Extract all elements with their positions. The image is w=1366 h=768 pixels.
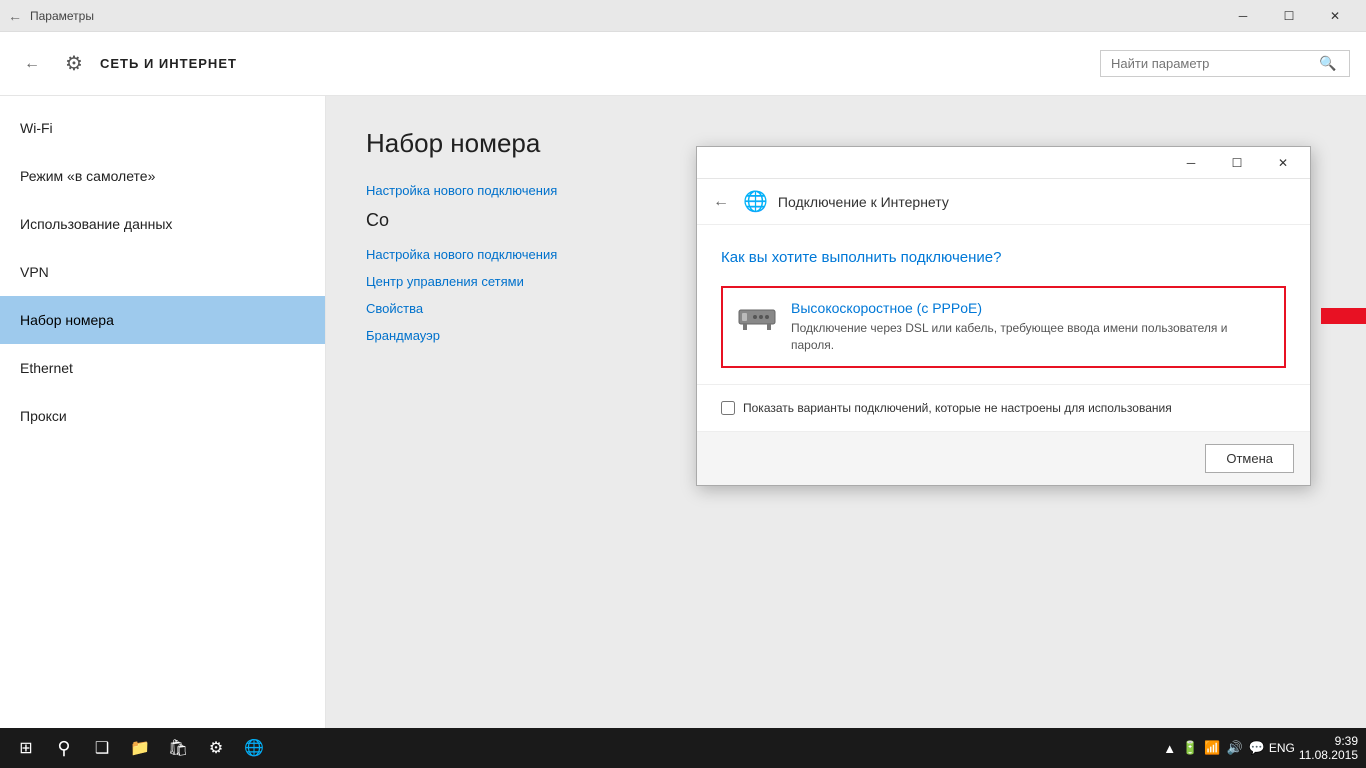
dialog-footer-checkbox: Показать варианты подключений, которые н… bbox=[697, 384, 1310, 431]
file-explorer-button[interactable]: 📁 bbox=[122, 730, 158, 766]
connection-option-description: Подключение через DSL или кабель, требую… bbox=[791, 320, 1270, 354]
show-options-checkbox[interactable] bbox=[721, 401, 735, 415]
sidebar-item-label: Режим «в самолете» bbox=[20, 168, 155, 184]
start-icon: ⊞ bbox=[19, 738, 32, 758]
taskbar-clock: 9:39 11.08.2015 bbox=[1299, 734, 1358, 762]
browser-button[interactable]: 🌐 bbox=[236, 730, 272, 766]
show-options-label: Показать варианты подключений, которые н… bbox=[743, 401, 1172, 415]
dialog-close-button[interactable]: ✕ bbox=[1260, 148, 1306, 178]
dialog-minimize-button[interactable]: ─ bbox=[1168, 148, 1214, 178]
sidebar-item-label: VPN bbox=[20, 264, 49, 280]
close-button[interactable]: ✕ bbox=[1312, 0, 1358, 32]
sidebar-item-airplane[interactable]: Режим «в самолете» bbox=[0, 152, 325, 200]
dialog-action-bar: Отмена bbox=[697, 431, 1310, 485]
search-input[interactable] bbox=[1111, 56, 1311, 71]
sidebar-item-label: Использование данных bbox=[20, 216, 172, 232]
dialog-title-controls: ─ ☐ ✕ bbox=[1168, 148, 1306, 178]
dialog-question: Как вы хотите выполнить подключение? bbox=[721, 249, 1286, 266]
taskbar-left: ⊞ ⚲ ❑ 📁 🛍 ⚙ 🌐 bbox=[8, 730, 272, 766]
volume-icon: 🔊 bbox=[1226, 740, 1242, 756]
browser-icon: 🌐 bbox=[244, 738, 264, 758]
app-body: Wi-Fi Режим «в самолете» Использование д… bbox=[0, 96, 1366, 728]
sidebar-item-label: Wi-Fi bbox=[20, 120, 53, 136]
sidebar-item-dialup[interactable]: Набор номера bbox=[0, 296, 325, 344]
cancel-button[interactable]: Отмена bbox=[1205, 444, 1294, 473]
dialog-globe-icon: 🌐 bbox=[743, 189, 768, 214]
sidebar: Wi-Fi Режим «в самолете» Использование д… bbox=[0, 96, 326, 728]
dialog-title-bar: ─ ☐ ✕ bbox=[697, 147, 1310, 179]
connection-option-pppoe[interactable]: Высокоскоростное (с PPPoE) Подключение ч… bbox=[721, 286, 1286, 368]
clock-time: 9:39 bbox=[1299, 734, 1358, 748]
header-back-button[interactable]: ← bbox=[16, 48, 48, 80]
sidebar-item-vpn[interactable]: VPN bbox=[0, 248, 325, 296]
app-container: ← ⚙ СЕТЬ И ИНТЕРНЕТ 🔍 Wi-Fi Режим «в сам… bbox=[0, 32, 1366, 728]
red-arrow-annotation bbox=[1321, 294, 1366, 338]
dialog-header-title: Подключение к Интернету bbox=[778, 194, 949, 210]
store-button[interactable]: 🛍 bbox=[160, 730, 196, 766]
dialog-wrapper: ─ ☐ ✕ ← 🌐 Подключение к Интернету bbox=[696, 146, 1311, 486]
minimize-button[interactable]: ─ bbox=[1220, 0, 1266, 32]
search-box[interactable]: 🔍 bbox=[1100, 50, 1350, 77]
app-header: ← ⚙ СЕТЬ И ИНТЕРНЕТ 🔍 bbox=[0, 32, 1366, 96]
title-bar: ← Параметры ─ ☐ ✕ bbox=[0, 0, 1366, 32]
dialog-header: ← 🌐 Подключение к Интернету bbox=[697, 179, 1310, 225]
language-indicator: ENG bbox=[1269, 741, 1295, 755]
sidebar-item-proxy[interactable]: Прокси bbox=[0, 392, 325, 440]
connection-option-title: Высокоскоростное (с PPPoE) bbox=[791, 300, 1270, 316]
maximize-button[interactable]: ☐ bbox=[1266, 0, 1312, 32]
dialog-back-icon[interactable]: ← bbox=[713, 193, 729, 211]
taskbar-search-icon: ⚲ bbox=[57, 738, 70, 759]
app-title: СЕТЬ И ИНТЕРНЕТ bbox=[100, 56, 237, 71]
taskbar: ⊞ ⚲ ❑ 📁 🛍 ⚙ 🌐 ▲ 🔋 📶 🔊 💬 ENG 9:3 bbox=[0, 728, 1366, 768]
title-bar-controls: ─ ☐ ✕ bbox=[1220, 0, 1358, 32]
settings-button[interactable]: ⚙ bbox=[198, 730, 234, 766]
task-view-icon: ❑ bbox=[95, 738, 109, 758]
tray-expand-icon[interactable]: ▲ bbox=[1163, 741, 1176, 756]
content-area: Набор номера Настройка нового подключени… bbox=[326, 96, 1366, 728]
settings-icon: ⚙ bbox=[209, 738, 223, 758]
sidebar-item-ethernet[interactable]: Ethernet bbox=[0, 344, 325, 392]
connection-option-text: Высокоскоростное (с PPPoE) Подключение ч… bbox=[791, 300, 1270, 354]
connection-option-icon bbox=[737, 302, 777, 337]
dialog-maximize-button[interactable]: ☐ bbox=[1214, 148, 1260, 178]
header-gear-icon: ⚙ bbox=[60, 50, 88, 78]
connect-dialog: ─ ☐ ✕ ← 🌐 Подключение к Интернету bbox=[696, 146, 1311, 486]
sidebar-item-wifi[interactable]: Wi-Fi bbox=[0, 104, 325, 152]
header-nav: ← ⚙ СЕТЬ И ИНТЕРНЕТ bbox=[16, 48, 1084, 80]
title-bar-title: Параметры bbox=[30, 9, 94, 23]
sidebar-item-data-usage[interactable]: Использование данных bbox=[0, 200, 325, 248]
taskbar-right: ▲ 🔋 📶 🔊 💬 ENG 9:39 11.08.2015 bbox=[1163, 734, 1358, 762]
sidebar-item-label: Прокси bbox=[20, 408, 67, 424]
dialog-body: Как вы хотите выполнить подключение? bbox=[697, 225, 1310, 384]
clock-date: 11.08.2015 bbox=[1299, 748, 1358, 762]
start-button[interactable]: ⊞ bbox=[8, 730, 44, 766]
search-button[interactable]: ⚲ bbox=[46, 730, 82, 766]
battery-icon: 🔋 bbox=[1182, 740, 1198, 756]
dialog-backdrop: ─ ☐ ✕ ← 🌐 Подключение к Интернету bbox=[326, 96, 1366, 728]
network-icon: 📶 bbox=[1204, 740, 1220, 756]
message-icon: 💬 bbox=[1249, 740, 1265, 756]
folder-icon: 📁 bbox=[130, 738, 150, 758]
search-icon: 🔍 bbox=[1319, 55, 1336, 72]
taskbar-tray: ▲ 🔋 📶 🔊 💬 bbox=[1163, 740, 1265, 756]
title-bar-left: ← Параметры bbox=[8, 8, 94, 24]
task-view-button[interactable]: ❑ bbox=[84, 730, 120, 766]
sidebar-item-label: Набор номера bbox=[20, 312, 114, 328]
back-arrow-icon[interactable]: ← bbox=[8, 8, 22, 24]
sidebar-item-label: Ethernet bbox=[20, 360, 73, 376]
store-icon: 🛍 bbox=[168, 738, 188, 758]
